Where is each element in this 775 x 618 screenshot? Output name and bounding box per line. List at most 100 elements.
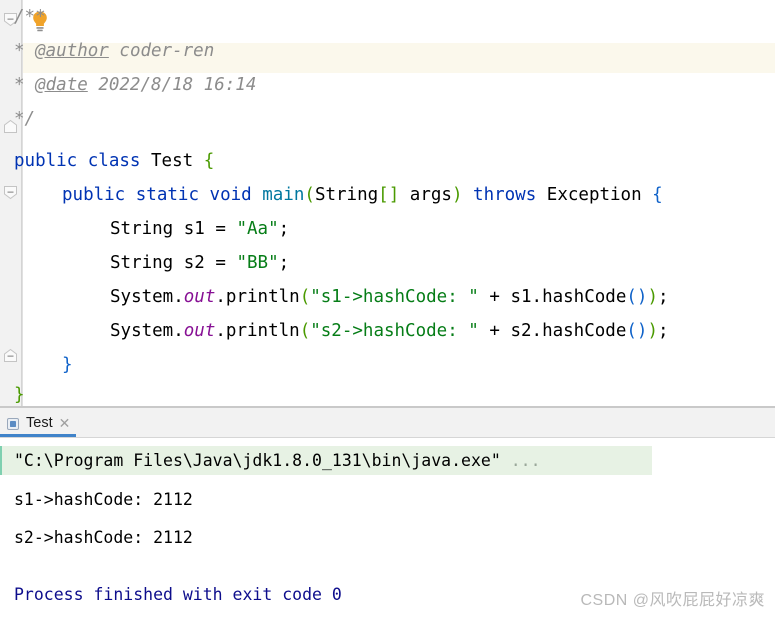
token-class: class <box>87 151 141 171</box>
token-semicolon: ; <box>278 219 290 239</box>
token-comment-star: * <box>14 75 25 95</box>
token-brace-close: } <box>14 385 25 405</box>
token-method-main: main <box>262 185 305 205</box>
console-exit-message: Process finished with exit code 0 <box>14 585 342 604</box>
token-assign: = <box>215 253 226 273</box>
token-semicolon: ; <box>278 253 290 273</box>
command-ellipsis: ... <box>510 451 541 470</box>
token-msg-s1: "s1->hashCode: " <box>310 287 479 307</box>
token-literal-bb: "BB" <box>236 253 279 273</box>
token-msg-s2: "s2->hashCode: " <box>310 321 479 341</box>
tab-label: Test <box>26 414 53 431</box>
token-paren-close: ) <box>647 321 658 341</box>
token-var-s1: s1 <box>183 219 205 239</box>
command-path: "C:\Program Files\Java\jdk1.8.0_131\bin\… <box>14 451 501 470</box>
token-out: out <box>183 287 216 307</box>
token-author-tag[interactable]: @author <box>35 41 109 61</box>
token-var-s2: s2 <box>183 253 205 273</box>
token-semicolon: ; <box>658 321 669 341</box>
token-hashcode-call: hashCode <box>542 287 627 307</box>
token-comment-open: /** <box>14 7 46 27</box>
csdn-watermark: CSDN @风吹屁屁好凉爽 <box>580 592 765 609</box>
token-var-s2: s2 <box>510 321 532 341</box>
token-date-tag[interactable]: @date <box>35 75 88 95</box>
token-brackets-empty: [] <box>378 185 400 205</box>
code-line-10: } <box>62 348 73 382</box>
token-literal-aa: "Aa" <box>236 219 279 239</box>
console-tab-bar: Test ✕ <box>0 408 775 438</box>
code-line-11: } <box>14 378 25 408</box>
code-line-3: */ <box>14 102 35 136</box>
token-dot: . <box>173 321 184 341</box>
token-println: println <box>225 321 300 341</box>
code-line-8: System.out.println("s1->hashCode: " + s1… <box>110 280 669 314</box>
token-brace-open: { <box>652 185 663 205</box>
code-line-6: String s1 = "Aa"; <box>110 212 289 246</box>
token-out: out <box>183 321 216 341</box>
token-brace-close: } <box>62 355 73 375</box>
tab-active-indicator <box>0 434 76 437</box>
token-system: System <box>110 287 174 307</box>
fold-marker-method-end[interactable] <box>3 348 18 363</box>
token-dot: . <box>531 321 543 341</box>
token-assign: = <box>215 219 226 239</box>
token-throws: throws <box>473 185 537 205</box>
token-class-name: Test <box>151 151 194 171</box>
token-dot: . <box>531 287 543 307</box>
token-var-s1: s1 <box>510 287 532 307</box>
token-dot: . <box>173 287 184 307</box>
code-line-9: System.out.println("s2->hashCode: " + s2… <box>110 314 669 348</box>
console-command-line: "C:\Program Files\Java\jdk1.8.0_131\bin\… <box>14 446 541 476</box>
code-line-2: * @date 2022/8/18 16:14 <box>14 68 256 102</box>
token-semicolon: ; <box>658 287 669 307</box>
token-paren-close: ) <box>647 287 658 307</box>
token-dot: . <box>215 321 226 341</box>
token-println: println <box>225 287 300 307</box>
token-type-exception: Exception <box>546 185 642 205</box>
token-plus: + <box>489 321 500 341</box>
tab-test[interactable]: Test ✕ <box>0 408 78 437</box>
command-line-marker <box>0 446 2 475</box>
token-paren-inner: () <box>626 321 648 341</box>
token-system: System <box>110 321 174 341</box>
code-editor[interactable]: /** * @author coder-ren * @date 2022/8/1… <box>0 0 775 408</box>
token-static: static <box>135 185 199 205</box>
token-hashcode-name: hashCode <box>542 321 627 341</box>
code-line-0: /** <box>14 0 46 34</box>
token-comment-star: * <box>14 41 25 61</box>
token-param-args: args <box>409 185 452 205</box>
close-icon[interactable]: ✕ <box>59 416 71 430</box>
token-dot: . <box>215 287 226 307</box>
code-line-5: public static void main(String[] args) t… <box>62 178 663 212</box>
token-date-value: 2022/8/18 16:14 <box>98 75 257 95</box>
token-paren-open: ( <box>304 185 315 205</box>
token-plus: + <box>489 287 500 307</box>
token-void: void <box>209 185 252 205</box>
console-output-line-1: s2->hashCode: 2112 <box>14 528 193 547</box>
code-line-7: String s2 = "BB"; <box>110 246 289 280</box>
token-paren-inner: () <box>626 287 648 307</box>
fold-marker-method[interactable] <box>3 185 18 200</box>
token-public: public <box>14 151 78 171</box>
code-line-1: * @author coder-ren <box>14 34 214 68</box>
